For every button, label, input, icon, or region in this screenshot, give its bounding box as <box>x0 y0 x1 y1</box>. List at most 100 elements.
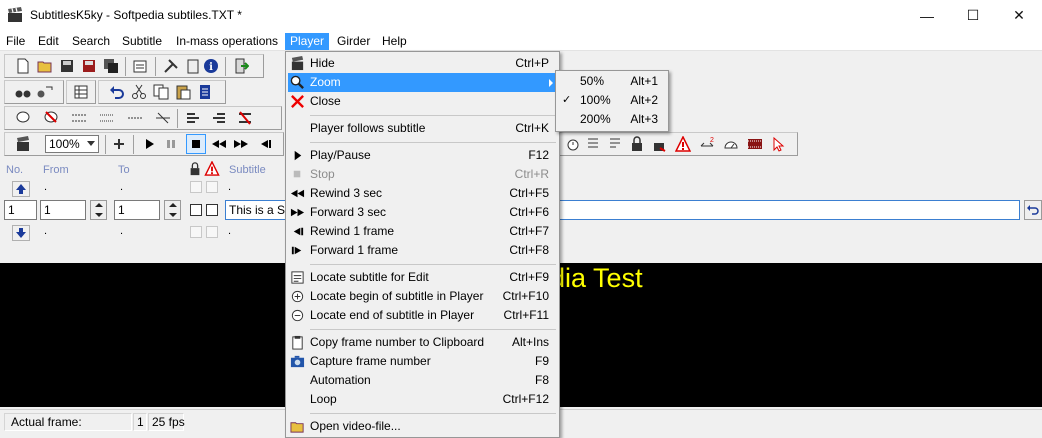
grid-icon[interactable] <box>73 84 89 100</box>
undo-icon[interactable] <box>109 84 125 100</box>
zoom-item-50[interactable]: 50% Alt+1 <box>558 72 666 91</box>
menu-search[interactable]: Search <box>72 33 110 50</box>
undo-text-button[interactable] <box>1024 200 1042 220</box>
split-icon[interactable] <box>71 110 87 126</box>
pin-icon[interactable] <box>111 136 127 152</box>
minimize-button[interactable]: — <box>904 0 950 31</box>
menu-item-capture-frame-number[interactable]: Capture frame number F9 <box>288 352 557 371</box>
save-as-icon[interactable] <box>81 58 97 74</box>
rewind-icon[interactable] <box>211 136 227 152</box>
join-icon[interactable] <box>99 110 115 126</box>
actual-frame-label: Actual frame: <box>4 413 132 431</box>
menu-item-hide[interactable]: Hide Ctrl+P <box>288 54 557 73</box>
menu-subtitle[interactable]: Subtitle <box>122 33 162 50</box>
menu-item-play-pause[interactable]: Play/Pause F12 <box>288 146 557 165</box>
menu-item-open-video-file[interactable]: Open video-file... <box>288 417 557 436</box>
menu-item-rewind-1-frame[interactable]: Rewind 1 frame Ctrl+F7 <box>288 222 557 241</box>
forward-frame-icon <box>291 246 302 255</box>
menu-item-loop[interactable]: Loop Ctrl+F12 <box>288 390 557 409</box>
clapper-icon[interactable] <box>15 136 31 152</box>
forward-icon[interactable] <box>233 136 249 152</box>
menu-file[interactable]: File <box>6 33 25 50</box>
submenu-arrow-icon <box>549 79 553 87</box>
next-lock-checkbox <box>190 226 202 238</box>
pause-icon[interactable] <box>163 136 179 152</box>
save-icon[interactable] <box>59 58 75 74</box>
binoculars-icon[interactable] <box>15 84 31 100</box>
menu-item-rewind-3-sec[interactable]: Rewind 3 sec Ctrl+F5 <box>288 184 557 203</box>
subtitle-number-field[interactable]: 1 <box>4 200 37 220</box>
menu-item-stop[interactable]: Stop Ctrl+R <box>288 165 557 184</box>
close-window-button[interactable]: ✕ <box>996 0 1042 31</box>
from-field[interactable]: 1 <box>40 200 86 220</box>
menu-item-forward-1-frame[interactable]: Forward 1 frame Ctrl+F8 <box>288 241 557 260</box>
new-file-icon[interactable] <box>15 58 31 74</box>
menu-item-close[interactable]: Close <box>288 92 557 111</box>
next-subtitle-value: . <box>228 225 232 237</box>
previous-subtitle-button[interactable] <box>12 181 30 197</box>
rewind-frame-icon[interactable] <box>257 136 273 152</box>
menu-help[interactable]: Help <box>382 33 407 50</box>
stop-button[interactable] <box>186 134 206 154</box>
menu-edit[interactable]: Edit <box>38 33 59 50</box>
delete-balloon-icon[interactable] <box>43 110 59 126</box>
zoom-item-100[interactable]: ✓ 100% Alt+2 <box>558 91 666 110</box>
properties-icon[interactable] <box>133 58 149 74</box>
from-stepper[interactable] <box>90 200 107 220</box>
film-icon[interactable] <box>747 136 763 152</box>
unlock-icon[interactable] <box>651 136 667 152</box>
menu-separator <box>310 142 556 143</box>
list-icon[interactable] <box>585 136 601 152</box>
save-all-icon[interactable] <box>103 58 119 74</box>
menu-player[interactable]: Player <box>285 33 330 50</box>
gauge-icon[interactable] <box>723 136 739 152</box>
replace-icon[interactable] <box>37 84 53 100</box>
menu-bar: File Edit Search Subtitle In-mass operat… <box>0 31 1042 51</box>
edit-list-icon[interactable] <box>607 136 623 152</box>
open-folder-icon[interactable] <box>37 58 53 74</box>
remove-shift-icon[interactable] <box>155 110 171 126</box>
clipboard-settings-icon[interactable] <box>185 58 201 74</box>
zoom-item-200[interactable]: 200% Alt+3 <box>558 110 666 129</box>
timer-icon[interactable] <box>565 136 581 152</box>
exit-icon[interactable] <box>233 58 249 74</box>
info-icon[interactable]: i <box>203 58 219 74</box>
cursor-icon[interactable] <box>771 136 787 152</box>
menu-item-zoom[interactable]: Zoom <box>288 73 557 92</box>
to-field[interactable]: 1 <box>114 200 160 220</box>
align-right-icon[interactable] <box>211 110 227 126</box>
copy-icon[interactable] <box>153 84 169 100</box>
prev-from-value: . <box>44 181 48 193</box>
menu-item-forward-3-sec[interactable]: Forward 3 sec Ctrl+F6 <box>288 203 557 222</box>
next-subtitle-button[interactable] <box>12 225 30 241</box>
balloon-icon[interactable] <box>15 110 31 126</box>
to-stepper[interactable] <box>164 200 181 220</box>
warning-icon[interactable] <box>675 136 691 152</box>
menu-item-locate-begin-of-subtitle[interactable]: Locate begin of subtitle in Player Ctrl+… <box>288 287 557 306</box>
play-icon[interactable] <box>141 136 157 152</box>
menu-item-locate-subtitle-for-edit[interactable]: Locate subtitle for Edit Ctrl+F9 <box>288 268 557 287</box>
arrows-icon[interactable]: 2 <box>699 136 715 152</box>
menu-girder[interactable]: Girder <box>337 33 370 50</box>
tools-icon[interactable] <box>163 58 179 74</box>
document-icon[interactable] <box>197 84 213 100</box>
shift-icon[interactable] <box>127 110 143 126</box>
warning-checkbox[interactable] <box>206 204 218 216</box>
cut-icon[interactable] <box>131 84 147 100</box>
lock-checkbox[interactable] <box>190 204 202 216</box>
rewind-frame-icon <box>293 227 304 236</box>
maximize-button[interactable]: ☐ <box>950 0 996 31</box>
paste-icon[interactable] <box>175 84 191 100</box>
align-icon[interactable] <box>185 110 201 126</box>
zoom-select[interactable]: 100% <box>45 135 99 153</box>
menu-item-automation[interactable]: Automation F8 <box>288 371 557 390</box>
delete-line-icon[interactable] <box>237 110 253 126</box>
fps-value: 25 fps <box>148 413 185 431</box>
menu-in-mass-operations[interactable]: In-mass operations <box>176 33 278 50</box>
header-to: To <box>118 164 130 176</box>
menu-item-copy-frame-number[interactable]: Copy frame number to Clipboard Alt+Ins <box>288 333 557 352</box>
menu-item-locate-end-of-subtitle[interactable]: Locate end of subtitle in Player Ctrl+F1… <box>288 306 557 325</box>
undo-icon <box>1027 205 1039 215</box>
menu-item-player-follows-subtitle[interactable]: Player follows subtitle Ctrl+K <box>288 119 557 138</box>
lock-icon[interactable] <box>629 136 645 152</box>
